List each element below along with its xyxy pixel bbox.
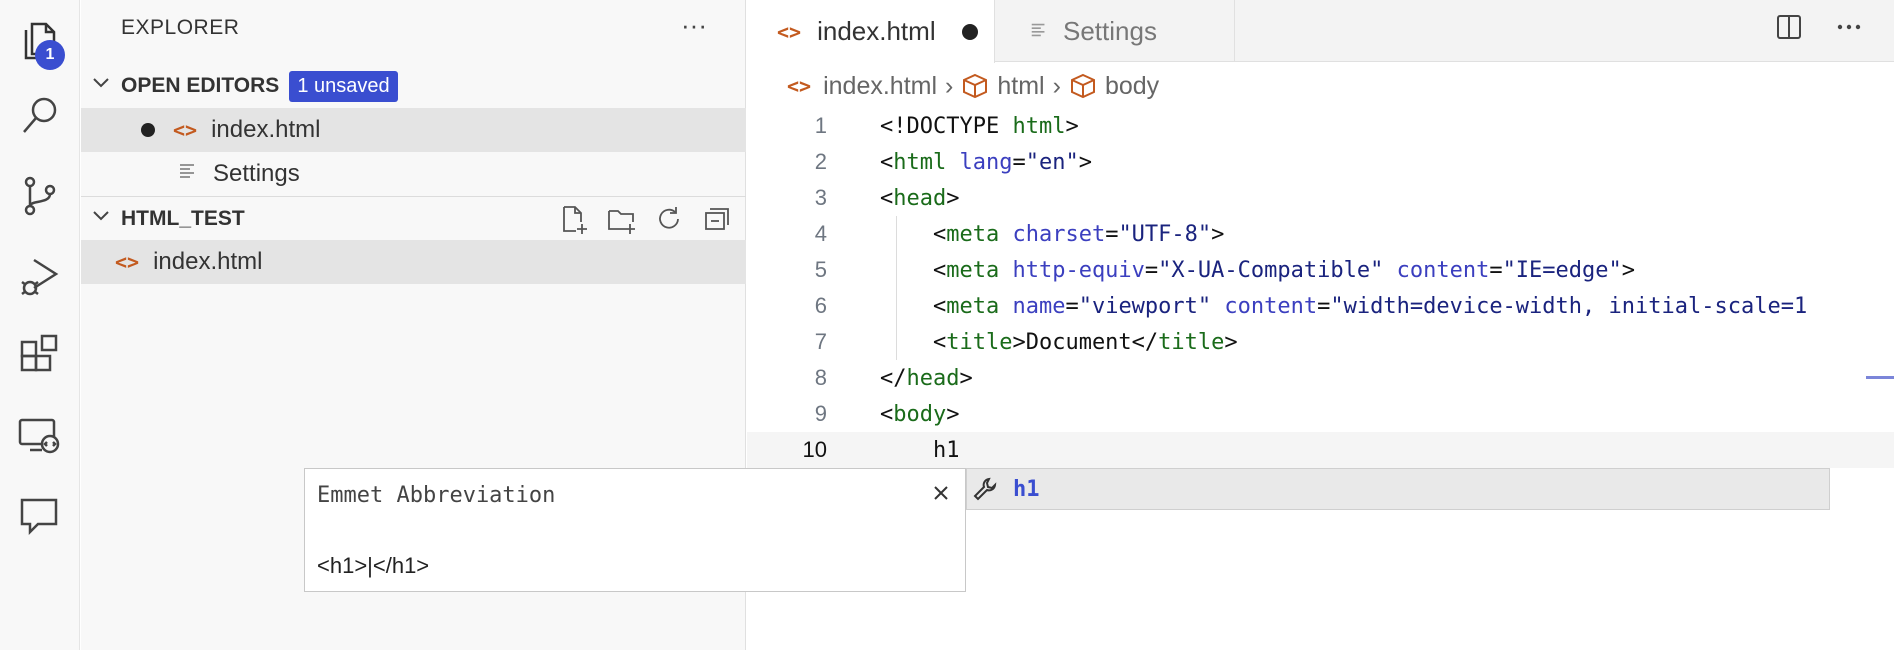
- open-editor-label: index.html: [211, 116, 321, 143]
- code-line[interactable]: 2 <html lang="en">: [747, 144, 1894, 180]
- more-actions-icon[interactable]: [1834, 12, 1864, 42]
- editor-tabs: <> index.html Settings: [747, 0, 1894, 63]
- line-number: 9: [814, 401, 827, 426]
- open-editor-item-index[interactable]: <> index.html: [81, 108, 746, 152]
- code-text: <title>Document</title>: [880, 329, 1238, 355]
- activity-remote-explorer[interactable]: [0, 396, 80, 476]
- details-title: Emmet Abbreviation: [317, 483, 556, 508]
- details-body: <h1>|</h1>: [317, 553, 430, 578]
- code-line[interactable]: 5 <meta http-equiv="X-UA-Compatible" con…: [747, 252, 1894, 288]
- code-line[interactable]: 4 <meta charset="UTF-8">: [747, 216, 1894, 252]
- settings-icon: [177, 160, 199, 189]
- activity-explorer[interactable]: 1: [0, 0, 80, 80]
- activity-bar: 1: [0, 0, 80, 650]
- code-text: <meta http-equiv="X-UA-Compatible" conte…: [880, 257, 1636, 283]
- settings-icon: [1029, 16, 1049, 47]
- element-cube-icon: [963, 73, 988, 99]
- source-control-icon: [24, 176, 56, 216]
- code-text: <meta charset="UTF-8">: [880, 221, 1225, 247]
- activity-source-control[interactable]: [0, 156, 80, 236]
- new-folder-icon[interactable]: [606, 204, 636, 234]
- comments-icon: [20, 498, 58, 536]
- workspace-actions: [558, 198, 732, 240]
- open-editors-label: OPEN EDITORS: [121, 74, 280, 97]
- close-details-button[interactable]: [927, 479, 955, 507]
- line-number: 2: [814, 149, 827, 174]
- run-debug-icon: [21, 258, 59, 296]
- open-editors-header[interactable]: OPEN EDITORS 1 unsaved: [81, 65, 746, 107]
- suggest-widget[interactable]: h1: [966, 468, 1830, 510]
- code-text: <head>: [880, 185, 960, 211]
- chevron-down-icon: [81, 205, 121, 233]
- code-line[interactable]: 6 <meta name="viewport" content="width=d…: [747, 288, 1894, 324]
- code-line[interactable]: 7 <title>Document</title>: [747, 324, 1894, 360]
- element-cube-icon: [1070, 73, 1095, 99]
- html-file-icon: <>: [115, 250, 140, 274]
- breadcrumb-file[interactable]: index.html: [823, 72, 937, 101]
- code-text: <!DOCTYPE html>: [880, 113, 1079, 139]
- code-text: <html lang="en">: [880, 149, 1092, 175]
- html-file-icon: <>: [777, 19, 802, 44]
- search-icon: [23, 97, 57, 133]
- extensions-icon: [20, 334, 58, 372]
- breadcrumb: <> index.html › html › body: [787, 68, 1159, 104]
- unsaved-badge: 1 unsaved: [289, 70, 398, 102]
- unsaved-dot-icon[interactable]: [961, 23, 978, 40]
- chevron-right-icon: ›: [945, 71, 954, 100]
- section-divider: [81, 196, 746, 197]
- scrollbar-marker: [1866, 376, 1894, 379]
- breadcrumb-html[interactable]: html: [997, 72, 1044, 101]
- sidebar-title: EXPLORER: [121, 16, 240, 39]
- open-editor-item-settings[interactable]: Settings: [81, 152, 746, 196]
- line-number: 4: [814, 221, 827, 246]
- sidebar-more-button[interactable]: ···: [681, 10, 707, 41]
- remote-explorer-icon: [18, 418, 60, 454]
- workspace-file-label: index.html: [153, 248, 263, 275]
- code-text: </head>: [880, 365, 973, 391]
- split-editor-icon[interactable]: [1774, 12, 1804, 42]
- workspace-label: HTML_TEST: [121, 207, 245, 230]
- collapse-all-icon[interactable]: [702, 204, 732, 234]
- code-line-current[interactable]: 10 h1: [747, 432, 1894, 468]
- line-number: 8: [814, 365, 827, 390]
- activity-search[interactable]: [0, 76, 80, 156]
- code-line[interactable]: 9 <body>: [747, 396, 1894, 432]
- refresh-icon[interactable]: [654, 204, 684, 234]
- suggest-item-label[interactable]: h1: [1013, 477, 1040, 502]
- editor-actions: [1774, 12, 1864, 42]
- unsaved-dot-icon[interactable]: [141, 123, 155, 137]
- activity-comments[interactable]: [0, 476, 80, 556]
- html-file-icon: <>: [173, 118, 198, 142]
- close-icon: [934, 486, 948, 500]
- explorer-badge: 1: [35, 40, 65, 70]
- workspace-item-index[interactable]: <> index.html: [81, 240, 746, 284]
- chevron-down-icon: [81, 72, 121, 100]
- workspace-header[interactable]: HTML_TEST: [81, 198, 746, 240]
- line-number: 10: [802, 437, 827, 462]
- code-text: <meta name="viewport" content="width=dev…: [880, 293, 1808, 319]
- new-file-icon[interactable]: [558, 204, 588, 234]
- open-editor-label: Settings: [213, 160, 300, 187]
- line-number: 3: [814, 185, 827, 210]
- code-line[interactable]: 1 <!DOCTYPE html>: [747, 108, 1894, 144]
- line-number: 6: [814, 293, 827, 318]
- code-text: h1: [880, 437, 960, 463]
- code-text: <body>: [880, 401, 960, 427]
- activity-extensions[interactable]: [0, 316, 80, 396]
- wrench-icon: [973, 477, 997, 501]
- tab-settings[interactable]: Settings: [995, 0, 1235, 62]
- tab-label: index.html: [817, 16, 936, 46]
- line-number: 5: [814, 257, 827, 282]
- activity-run-debug[interactable]: [0, 236, 80, 316]
- breadcrumb-body[interactable]: body: [1105, 72, 1159, 101]
- code-line[interactable]: 3 <head>: [747, 180, 1894, 216]
- line-number: 7: [814, 329, 827, 354]
- tab-label: Settings: [1063, 15, 1157, 46]
- suggest-details-popup: Emmet Abbreviation <h1>|</h1>: [304, 468, 966, 592]
- line-number: 1: [814, 113, 827, 138]
- tab-index-html[interactable]: <> index.html: [747, 0, 995, 63]
- chevron-right-icon: ›: [1052, 71, 1061, 100]
- code-line[interactable]: 8 </head>: [747, 360, 1894, 396]
- html-file-icon: <>: [787, 74, 812, 98]
